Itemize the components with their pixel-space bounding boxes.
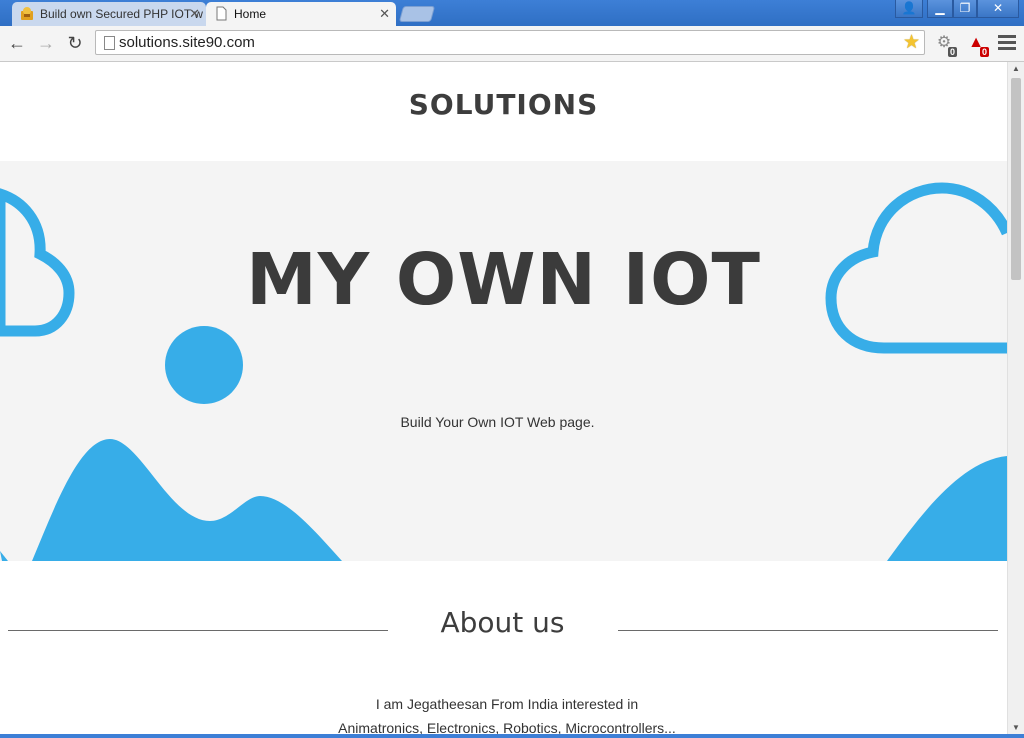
new-tab-button[interactable] [398,6,436,22]
extension-alert-button[interactable]: ▲ 0 [965,33,989,57]
tab-close-icon[interactable]: ✕ [189,2,200,26]
extension-badge: 0 [979,47,989,57]
minimize-button[interactable]: ▁ [927,0,953,18]
tab-title: Build own Secured PHP IOT w [40,7,203,21]
mountain-left-icon [0,551,8,561]
hero-illustration [0,182,1007,561]
reload-button[interactable]: ↻ [64,32,86,54]
restore-icon: ❐ [959,1,971,15]
about-line-2: Animatronics, Electronics, Robotics, Mic… [338,720,676,734]
profile-icon: 👤 [901,1,917,15]
menu-button[interactable] [998,35,1016,51]
about-line-1: I am Jegatheesan From India interested i… [375,696,639,712]
hero-section: MY OWN IOT Build Your Own IOT Web page. [0,161,1007,561]
scroll-down-icon[interactable]: ▼ [1008,723,1024,732]
page-icon [216,6,227,21]
profile-button[interactable]: 👤 [895,0,923,18]
scrollbar-thumb[interactable] [1011,78,1021,280]
window-bottom-border [0,734,1024,738]
restore-button[interactable]: ❐ [953,0,977,18]
back-button[interactable]: ← [6,32,28,54]
extension-gear-button[interactable]: ⚙ 0 [933,33,957,57]
browser-titlebar: Build own Secured PHP IOT w ✕ Home ✕ 👤 ▁… [0,0,1024,26]
php-iot-favicon-icon [21,7,33,20]
mountain-icon [32,439,342,561]
menu-icon-bar [998,35,1016,38]
browser-toolbar: ← → ↻ solutions.site90.com ★ ⚙ 0 ▲ 0 [0,26,1024,62]
menu-icon-bar [998,41,1016,44]
hero-title: MY OWN IOT [246,238,761,321]
close-icon: ✕ [992,1,1004,15]
sun-icon [165,326,243,404]
tab-close-icon[interactable]: ✕ [379,2,390,26]
minimize-icon: ▁ [935,1,945,15]
address-bar[interactable]: solutions.site90.com ★ [95,30,925,55]
about-text: I am Jegatheesan From India interested i… [0,692,1007,734]
mountain-right-icon [887,456,1007,561]
page-viewport: SOLUTIONS MY OWN IOT Build Your Own IOT … [0,62,1007,734]
vertical-scrollbar[interactable]: ▲ ▼ [1007,62,1024,734]
site-brand[interactable]: SOLUTIONS [0,88,1007,121]
hero-subtitle: Build Your Own IOT Web page. [400,414,595,430]
tab-home[interactable]: Home ✕ [206,2,396,26]
extension-badge: 0 [947,47,957,57]
tab-build-php-iot[interactable]: Build own Secured PHP IOT w ✕ [12,2,206,26]
menu-icon-bar [998,47,1016,50]
url-text[interactable]: solutions.site90.com [119,34,255,51]
close-window-button[interactable]: ✕ [977,0,1019,18]
bookmark-star-icon[interactable]: ★ [903,31,920,54]
forward-button[interactable]: → [35,32,57,54]
about-heading: About us [440,606,565,639]
tab-title: Home [234,7,267,21]
page-icon [104,36,115,50]
scroll-up-icon[interactable]: ▲ [1008,64,1024,73]
